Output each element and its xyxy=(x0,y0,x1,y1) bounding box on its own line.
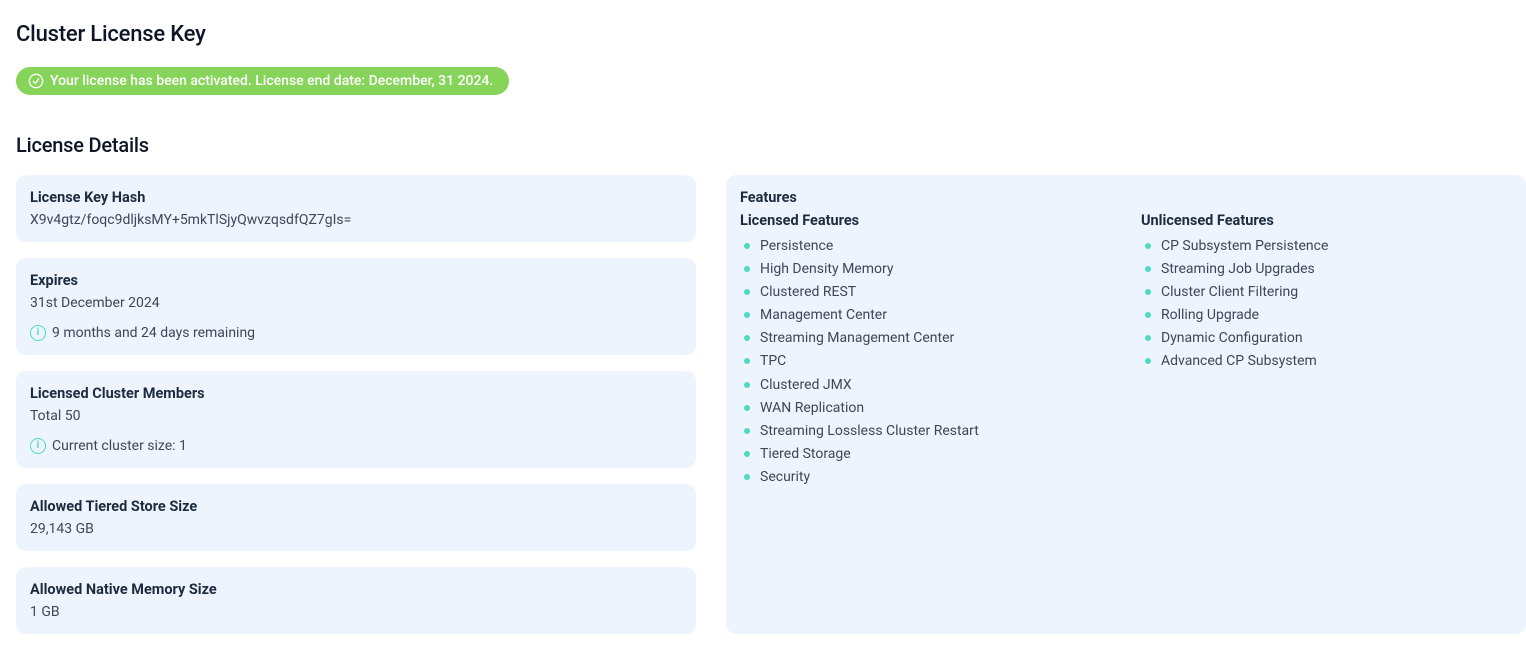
list-item: Dynamic Configuration xyxy=(1141,327,1512,350)
list-item: Rolling Upgrade xyxy=(1141,304,1512,327)
expires-card: Expires 31st December 2024 i 9 months an… xyxy=(16,258,696,355)
cluster-size-info: i Current cluster size: 1 xyxy=(30,438,682,454)
list-item: Management Center xyxy=(740,304,1111,327)
features-card: Features Licensed Features PersistenceHi… xyxy=(726,175,1526,634)
activation-message: Your license has been activated. License… xyxy=(50,73,493,89)
expires-remaining: 9 months and 24 days remaining xyxy=(52,325,255,341)
info-icon: i xyxy=(30,438,46,454)
cluster-size: Current cluster size: 1 xyxy=(52,438,187,454)
activation-badge: Your license has been activated. License… xyxy=(16,67,509,95)
card-value: 1 GB xyxy=(30,604,682,620)
check-circle-icon xyxy=(28,73,44,89)
list-item: Advanced CP Subsystem xyxy=(1141,350,1512,373)
list-item: Streaming Lossless Cluster Restart xyxy=(740,420,1111,443)
list-item: Streaming Management Center xyxy=(740,327,1111,350)
features-title: Features xyxy=(740,189,1512,206)
card-value: 29,143 GB xyxy=(30,521,682,537)
list-item: Clustered JMX xyxy=(740,374,1111,397)
page-title: Cluster License Key xyxy=(16,22,1510,47)
list-item: Tiered Storage xyxy=(740,443,1111,466)
list-item: CP Subsystem Persistence xyxy=(1141,235,1512,258)
list-item: Cluster Client Filtering xyxy=(1141,281,1512,304)
list-item: Streaming Job Upgrades xyxy=(1141,258,1512,281)
licensed-features-title: Licensed Features xyxy=(740,212,1111,229)
license-key-hash-card: License Key Hash X9v4gtz/foqc9dljksMY+5m… xyxy=(16,175,696,242)
list-item: Clustered REST xyxy=(740,281,1111,304)
card-value: 31st December 2024 xyxy=(30,295,682,311)
card-title: Allowed Tiered Store Size xyxy=(30,498,682,515)
expires-info: i 9 months and 24 days remaining xyxy=(30,325,682,341)
list-item: TPC xyxy=(740,350,1111,373)
license-details-title: License Details xyxy=(16,133,1510,157)
unlicensed-features-title: Unlicensed Features xyxy=(1141,212,1512,229)
tiered-store-card: Allowed Tiered Store Size 29,143 GB xyxy=(16,484,696,551)
native-memory-card: Allowed Native Memory Size 1 GB xyxy=(16,567,696,634)
card-title: Allowed Native Memory Size xyxy=(30,581,682,598)
list-item: WAN Replication xyxy=(740,397,1111,420)
card-value: Total 50 xyxy=(30,408,682,424)
unlicensed-features-list: CP Subsystem PersistenceStreaming Job Up… xyxy=(1141,235,1512,374)
list-item: Persistence xyxy=(740,235,1111,258)
licensed-features-list: PersistenceHigh Density MemoryClustered … xyxy=(740,235,1111,489)
licensed-members-card: Licensed Cluster Members Total 50 i Curr… xyxy=(16,371,696,468)
card-title: Licensed Cluster Members xyxy=(30,385,682,402)
card-title: License Key Hash xyxy=(30,189,682,206)
info-icon: i xyxy=(30,325,46,341)
list-item: High Density Memory xyxy=(740,258,1111,281)
list-item: Security xyxy=(740,466,1111,489)
card-title: Expires xyxy=(30,272,682,289)
card-value: X9v4gtz/foqc9dljksMY+5mkTlSjyQwvzqsdfQZ7… xyxy=(30,212,682,228)
